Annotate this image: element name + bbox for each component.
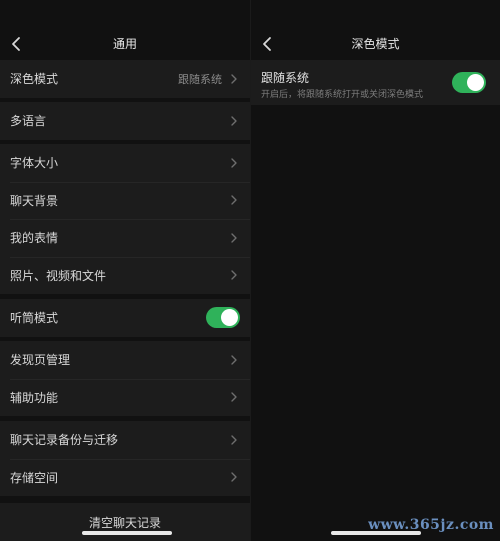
settings-row-chat-backup[interactable]: 聊天记录备份与迁移 <box>0 421 250 459</box>
page-title: 深色模式 <box>351 37 400 51</box>
row-label: 聊天记录备份与迁移 <box>10 433 119 448</box>
earpiece-section: 听筒模式 <box>0 299 250 337</box>
general-settings-pane: 通用 深色模式 跟随系统 多语言 字体大小 聊天背景 我的表情 照片、视频和文件 <box>0 0 250 541</box>
settings-row-language[interactable]: 多语言 <box>0 102 250 140</box>
earpiece-mode-toggle[interactable] <box>206 307 240 329</box>
row-label: 发现页管理 <box>10 353 71 368</box>
settings-row-photos-videos-files[interactable]: 照片、视频和文件 <box>0 256 250 295</box>
follow-system-toggle[interactable] <box>452 72 486 93</box>
follow-system-description: 开启后，将跟随系统打开或关闭深色模式 <box>261 90 424 100</box>
row-label: 存储空间 <box>10 470 59 485</box>
chevron-right-icon <box>228 268 240 282</box>
navigation-bar: 深色模式 <box>251 28 500 60</box>
settings-row-chat-background[interactable]: 聊天背景 <box>0 181 250 220</box>
chevron-right-icon <box>228 353 240 367</box>
settings-row-my-stickers[interactable]: 我的表情 <box>0 219 250 257</box>
chevron-right-icon <box>228 193 240 207</box>
clear-chat-history-button[interactable]: 清空聊天记录 <box>0 503 250 541</box>
row-label: 字体大小 <box>10 156 59 171</box>
language-section: 多语言 <box>0 102 250 140</box>
toggle-knob <box>467 74 484 91</box>
home-indicator[interactable] <box>82 531 172 535</box>
follow-system-row: 跟随系统 开启后，将跟随系统打开或关闭深色模式 <box>251 60 500 105</box>
toggle-knob <box>221 309 238 327</box>
row-label: 聊天背景 <box>10 193 59 208</box>
navigation-bar: 通用 <box>0 28 250 60</box>
chevron-right-icon <box>228 433 240 447</box>
chevron-right-icon <box>228 470 240 484</box>
settings-row-storage[interactable]: 存储空间 <box>0 458 250 497</box>
row-label: 辅助功能 <box>10 390 59 405</box>
settings-row-accessibility[interactable]: 辅助功能 <box>0 378 250 417</box>
display-section: 字体大小 聊天背景 我的表情 照片、视频和文件 <box>0 144 250 294</box>
chevron-right-icon <box>228 156 240 170</box>
watermark: www.365jz.com <box>368 517 494 533</box>
chevron-right-icon <box>228 114 240 128</box>
settings-row-discover-management[interactable]: 发现页管理 <box>0 341 250 379</box>
settings-row-earpiece-mode: 听筒模式 <box>0 299 250 337</box>
row-label: 听筒模式 <box>10 311 59 326</box>
features-section: 发现页管理 辅助功能 <box>0 341 250 416</box>
row-label: 我的表情 <box>10 231 59 246</box>
row-value: 跟随系统 <box>178 72 222 86</box>
settings-row-font-size[interactable]: 字体大小 <box>0 144 250 182</box>
row-label: 照片、视频和文件 <box>10 268 107 283</box>
follow-system-label: 跟随系统 <box>261 71 310 85</box>
settings-row-dark-mode[interactable]: 深色模式 跟随系统 <box>0 60 250 98</box>
chevron-right-icon <box>228 72 240 86</box>
chevron-right-icon <box>228 231 240 245</box>
chevron-right-icon <box>228 390 240 404</box>
storage-section: 聊天记录备份与迁移 存储空间 <box>0 421 250 496</box>
row-label: 多语言 <box>10 114 47 129</box>
page-title: 通用 <box>112 37 137 51</box>
dark-mode-section: 深色模式 跟随系统 <box>0 60 250 98</box>
dark-mode-pane: 深色模式 跟随系统 开启后，将跟随系统打开或关闭深色模式 www.365jz.c… <box>251 0 500 541</box>
row-label: 深色模式 <box>10 72 59 87</box>
